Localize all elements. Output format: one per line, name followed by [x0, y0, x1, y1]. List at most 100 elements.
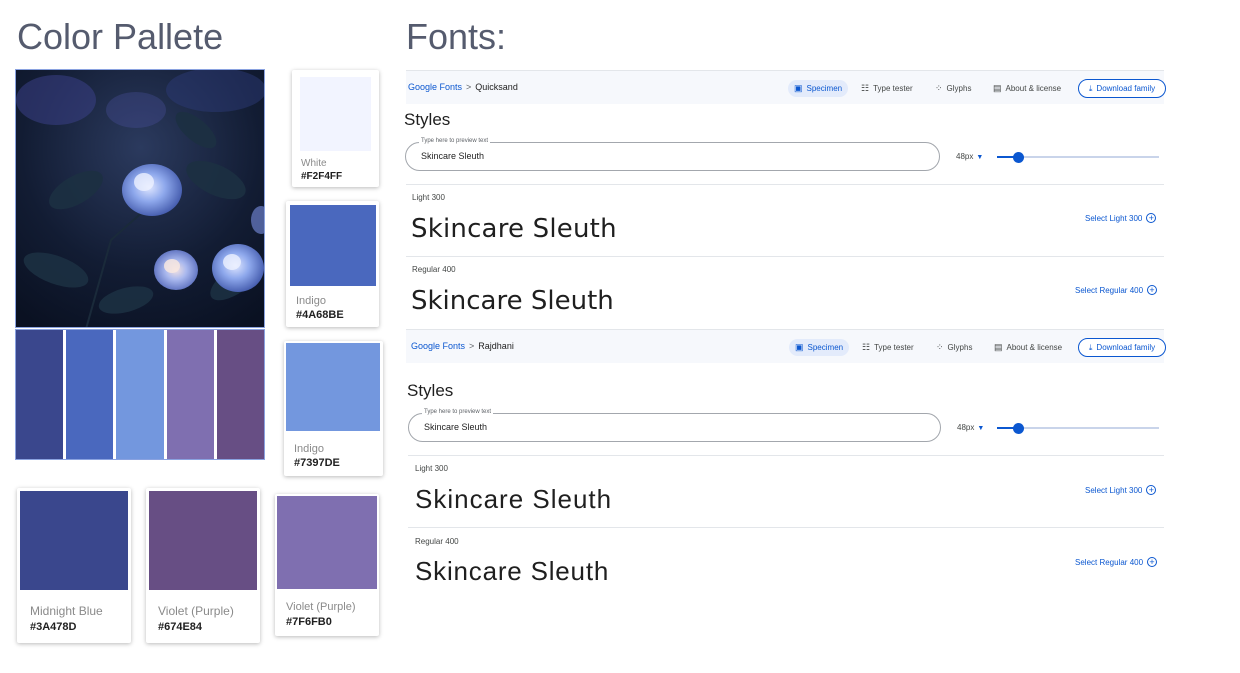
swatch-card-violet-2: Violet (Purple) #7F6FB0 [275, 494, 379, 636]
strip-3 [116, 330, 164, 459]
tab-type-tester[interactable]: ☷ Type tester [861, 80, 913, 97]
swatch-name: Midnight Blue [30, 604, 103, 618]
swatch-hex: #F2F4FF [301, 171, 343, 182]
palette-heading: Color Pallete [17, 16, 224, 57]
preview-text-input[interactable]: Type here to preview text Skincare Sleut… [405, 138, 940, 171]
tab-specimen[interactable]: ▣ Specimen [789, 339, 850, 356]
tab-label: Type tester [874, 343, 914, 352]
tab-about-license[interactable]: ▤ About & license [994, 339, 1062, 356]
tab-about-license[interactable]: ▤ About & license [993, 80, 1061, 97]
tab-label: About & license [1006, 343, 1063, 352]
specimen-icon: ▣ [795, 342, 804, 352]
divider [406, 256, 1164, 257]
tab-specimen[interactable]: ▣ Specimen [788, 80, 849, 97]
download-family-button[interactable]: ⤓ Download family [1078, 79, 1166, 98]
divider [408, 527, 1164, 528]
swatch-hex: #674E84 [158, 621, 203, 633]
swatch-hex: #7397DE [294, 457, 340, 469]
swatch-color [149, 491, 257, 590]
preview-text-input[interactable]: Type here to preview text Skincare Sleut… [408, 409, 941, 442]
select-label: Select Light 300 [1085, 213, 1143, 223]
font-sample-regular: Skincare Sleuth [415, 556, 610, 586]
breadcrumb-font-name: Quicksand [475, 82, 518, 92]
tab-label: Glyphs [946, 84, 972, 93]
tab-glyphs[interactable]: ⁘ Glyphs [936, 339, 972, 356]
preview-value: Skincare Sleuth [424, 422, 488, 432]
styles-title: Styles [407, 381, 454, 400]
strip-5 [216, 330, 265, 459]
document-icon: ▤ [993, 83, 1002, 93]
fonts-heading: Fonts: [406, 16, 507, 57]
size-value: 48px [956, 152, 974, 161]
tab-type-tester[interactable]: ☷ Type tester [862, 339, 914, 356]
strip-4 [166, 330, 214, 459]
breadcrumb-google-fonts[interactable]: Google Fonts [411, 341, 465, 351]
divider [406, 184, 1164, 185]
swatch-card-white: White #F2F4FF [292, 70, 379, 187]
tab-label: Type tester [873, 84, 913, 93]
breadcrumb: Google Fonts > Rajdhani [411, 341, 514, 351]
palette-strips [15, 329, 265, 460]
swatch-hex: #3A478D [30, 621, 77, 633]
tab-label: Specimen [807, 343, 844, 352]
style-label-regular: Regular 400 [415, 537, 459, 546]
add-circle-icon: + [1147, 557, 1158, 567]
swatch-color [20, 491, 128, 590]
size-value: 48px [957, 423, 975, 432]
size-slider-handle[interactable] [1013, 423, 1024, 434]
strip-1 [16, 330, 64, 459]
tab-glyphs[interactable]: ⁘ Glyphs [935, 80, 971, 97]
add-circle-icon: + [1147, 285, 1158, 295]
swatch-name: White [301, 158, 327, 169]
swatch-name: Violet (Purple) [158, 604, 234, 618]
button-label: Download family [1096, 84, 1156, 93]
caret-down-icon: ▼ [977, 425, 985, 432]
style-label-regular: Regular 400 [412, 265, 456, 274]
preview-value: Skincare Sleuth [421, 151, 485, 161]
font-sample-regular: Skincare Sleuth [411, 286, 614, 316]
select-label: Select Regular 400 [1075, 285, 1144, 295]
select-regular-button[interactable]: Select Regular 400 + [1075, 285, 1158, 295]
download-family-button[interactable]: ⤓ Download family [1078, 338, 1166, 357]
sliders-icon: ☷ [861, 83, 870, 93]
size-slider-handle[interactable] [1013, 152, 1024, 163]
select-regular-button[interactable]: Select Regular 400 + [1075, 557, 1158, 567]
rose-photo [15, 69, 265, 328]
breadcrumb-separator: > [469, 341, 475, 351]
font-sample-light: Skincare Sleuth [415, 484, 613, 514]
size-dropdown[interactable]: 48px ▼ [957, 423, 984, 432]
select-light-button[interactable]: Select Light 300 + [1085, 485, 1157, 495]
swatch-card-indigo-1: Indigo #4A68BE [286, 201, 379, 327]
swatch-name: Indigo [294, 443, 324, 455]
download-icon: ⤓ [1088, 342, 1093, 352]
style-label-light: Light 300 [412, 193, 445, 202]
glyphs-icon: ⁘ [935, 83, 943, 93]
tab-label: About & license [1005, 84, 1062, 93]
select-label: Select Light 300 [1085, 485, 1143, 495]
select-light-button[interactable]: Select Light 300 + [1085, 213, 1157, 223]
select-label: Select Regular 400 [1075, 557, 1144, 567]
caret-down-icon: ▼ [976, 154, 984, 161]
tab-label: Specimen [806, 84, 843, 93]
breadcrumb-font-name: Rajdhani [478, 341, 514, 351]
swatch-card-midnight-blue: Midnight Blue #3A478D [17, 488, 131, 643]
add-circle-icon: + [1146, 213, 1157, 223]
tab-label: Glyphs [947, 343, 973, 352]
styles-title: Styles [404, 110, 451, 129]
google-fonts-toolbar: Google Fonts > Quicksand ▣ Specimen ☷ Type t… [406, 70, 1166, 104]
breadcrumb-google-fonts[interactable]: Google Fonts [408, 82, 462, 92]
swatch-name: Indigo [296, 295, 326, 307]
divider [408, 455, 1164, 456]
swatch-card-violet-1: Violet (Purple) #674E84 [146, 488, 260, 643]
document-icon: ▤ [994, 342, 1003, 352]
strip-2 [66, 330, 114, 459]
swatch-name: Violet (Purple) [286, 601, 356, 613]
button-label: Download family [1096, 343, 1156, 352]
style-label-light: Light 300 [415, 464, 448, 473]
swatch-color [277, 496, 377, 589]
sliders-icon: ☷ [862, 342, 871, 352]
preview-label: Type here to preview text [419, 138, 491, 144]
breadcrumb-separator: > [466, 82, 472, 92]
size-dropdown[interactable]: 48px ▼ [956, 152, 983, 161]
preview-label: Type here to preview text [422, 409, 494, 415]
